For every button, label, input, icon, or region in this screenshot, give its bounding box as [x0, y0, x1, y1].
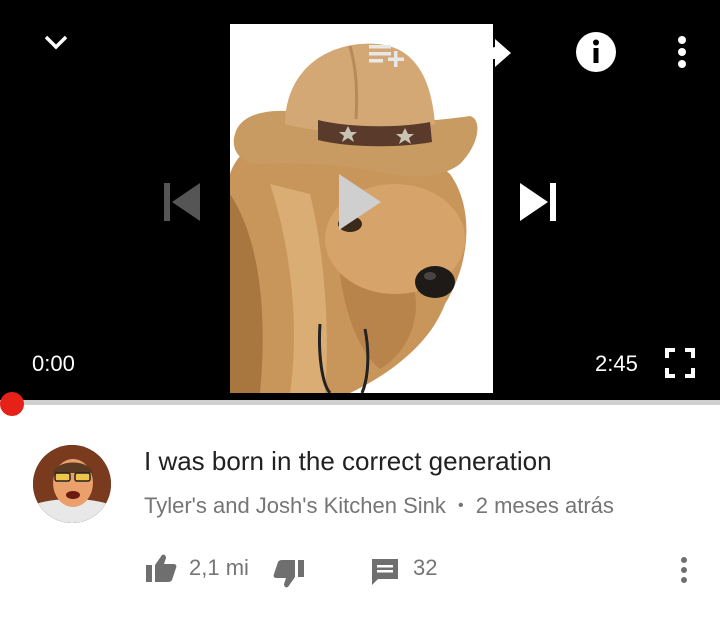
video-player[interactable]: 0:00 2:45: [0, 0, 720, 402]
progress-bar[interactable]: [0, 400, 720, 405]
video-title: I was born in the correct generation: [144, 446, 552, 476]
upload-age: 2 meses atrás: [475, 493, 614, 518]
more-vertical-icon[interactable]: [672, 553, 696, 587]
current-time: 0:00: [32, 351, 75, 376]
fullscreen-icon[interactable]: [662, 345, 698, 381]
duration: 2:45: [595, 351, 638, 376]
chevron-down-icon[interactable]: [36, 22, 76, 62]
skip-next-icon[interactable]: [512, 176, 568, 228]
comment-icon[interactable]: [368, 555, 402, 589]
share-icon[interactable]: [468, 30, 518, 76]
more-vertical-icon[interactable]: [664, 32, 700, 72]
like-count: 2,1 mi: [189, 555, 249, 580]
action-bar: 2,1 mi 32: [0, 545, 720, 593]
meta-separator: •: [458, 497, 464, 514]
comment-count: 32: [413, 555, 438, 580]
video-meta: Tyler's and Josh's Kitchen Sink • 2 mese…: [144, 493, 614, 519]
add-to-queue-icon[interactable]: [362, 34, 412, 74]
thumbs-up-icon[interactable]: [144, 551, 178, 585]
skip-previous-icon[interactable]: [152, 176, 208, 228]
play-icon[interactable]: [326, 166, 390, 238]
info-icon[interactable]: [574, 30, 618, 74]
thumbs-down-icon[interactable]: [272, 557, 306, 591]
channel-name[interactable]: Tyler's and Josh's Kitchen Sink: [144, 493, 446, 518]
progress-scrubber[interactable]: [0, 392, 24, 416]
avatar[interactable]: [33, 445, 111, 523]
